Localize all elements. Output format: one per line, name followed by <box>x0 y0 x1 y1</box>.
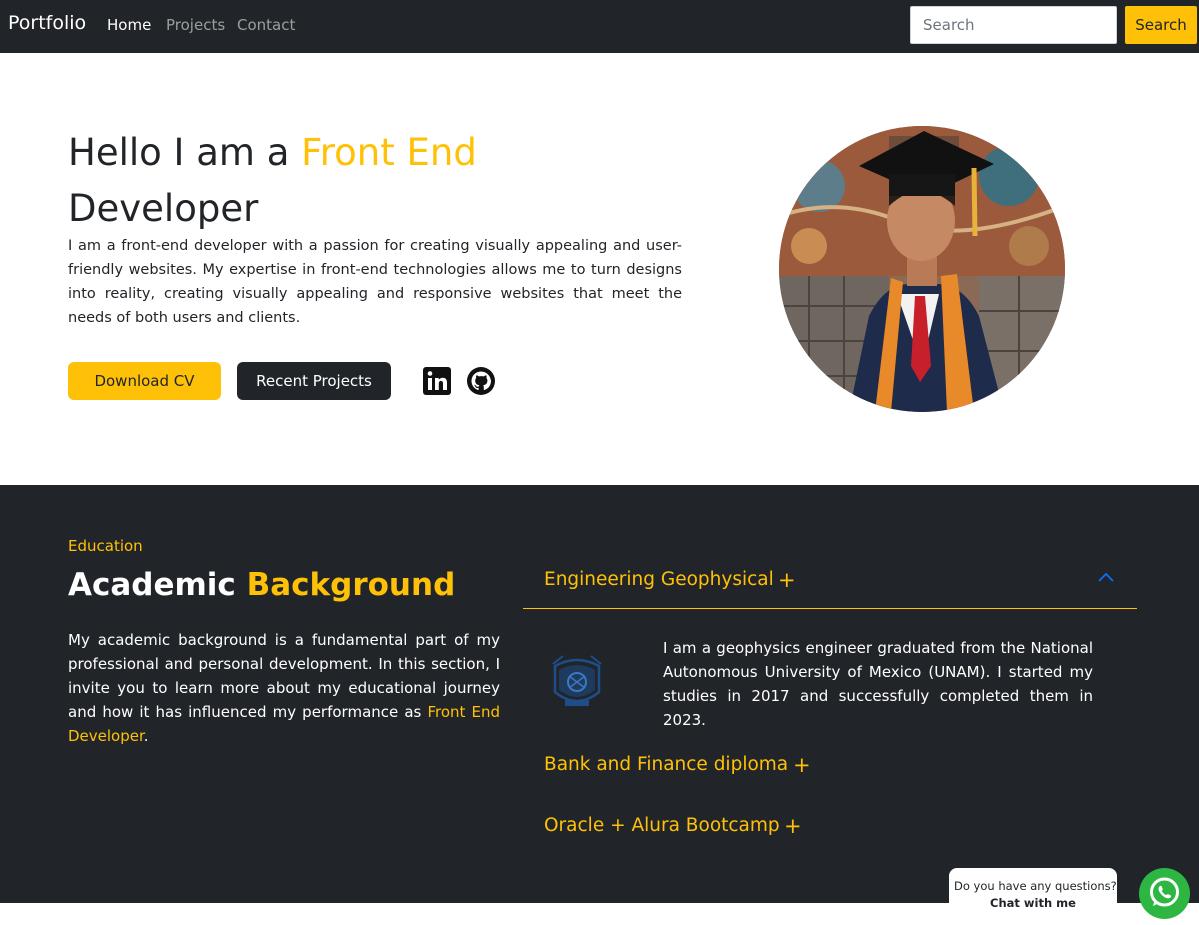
education-title-prefix: Academic <box>68 567 247 603</box>
accordion-divider <box>523 608 1137 609</box>
chevron-up-icon[interactable] <box>1097 571 1115 583</box>
profile-photo <box>779 126 1065 412</box>
accordion-header-engineering[interactable]: Engineering Geophysical + <box>523 557 1137 607</box>
whatsapp-button[interactable] <box>1139 868 1190 919</box>
chat-question: Do you have any questions? <box>954 879 1117 893</box>
hero-description: I am a front-end developer with a passio… <box>68 238 682 326</box>
chat-cta: Chat with me <box>990 896 1076 910</box>
accordion-header-bank-finance[interactable]: Bank and Finance diploma + <box>523 742 1137 792</box>
nav-link-home[interactable]: Home <box>107 16 151 34</box>
whatsapp-icon <box>1150 877 1179 907</box>
chat-bubble[interactable]: Do you have any questions? Chat with me <box>949 868 1117 925</box>
accordion-title: Bank and Finance diploma <box>544 754 789 775</box>
education-description-end: . <box>143 727 149 745</box>
search-input[interactable] <box>910 6 1117 44</box>
nav-link-projects[interactable]: Projects <box>166 16 225 34</box>
accordion-body-engineering: I am a geophysics engineer graduated fro… <box>663 639 1093 729</box>
education-eyebrow: Education <box>68 537 143 555</box>
search-button[interactable]: Search <box>1125 6 1197 44</box>
github-icon[interactable] <box>466 366 496 396</box>
plus-icon: + <box>778 568 796 592</box>
education-title-accent: Background <box>246 567 456 603</box>
unam-logo <box>549 652 605 714</box>
download-cv-button[interactable]: Download CV <box>68 362 221 400</box>
brand-logo[interactable]: Portfolio <box>8 12 86 34</box>
plus-icon: + <box>784 814 802 838</box>
recent-projects-button[interactable]: Recent Projects <box>237 362 391 400</box>
hero-title-prefix: Hello I am a <box>68 131 302 174</box>
hero-section: Hello I am a Front End Developer I am a f… <box>0 53 1199 485</box>
accordion-title: Engineering Geophysical <box>544 569 774 590</box>
hero-title: Hello I am a Front End Developer <box>68 125 708 237</box>
hero-title-suffix: Developer <box>68 187 259 230</box>
nav-link-contact[interactable]: Contact <box>237 16 295 34</box>
navbar: Portfolio Home Projects Contact Search <box>0 0 1199 53</box>
education-title: Academic Background <box>68 567 455 603</box>
linkedin-icon[interactable] <box>422 366 452 396</box>
education-description: My academic background is a fundamental … <box>68 628 500 748</box>
hero-title-accent: Front End <box>301 131 477 174</box>
plus-icon: + <box>793 753 811 777</box>
accordion-header-oracle-alura[interactable]: Oracle + Alura Bootcamp + <box>523 803 1137 853</box>
education-section: Education Academic Background My academi… <box>0 485 1199 903</box>
accordion-title: Oracle + Alura Bootcamp <box>544 815 780 836</box>
